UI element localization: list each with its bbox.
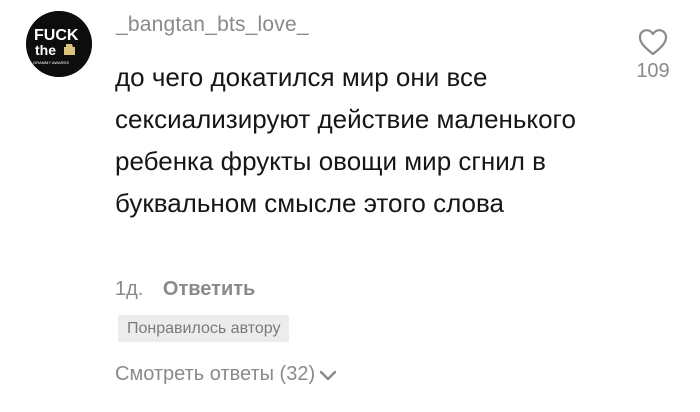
comment-time: 1д. — [115, 278, 144, 300]
comment-item: FUCK the GRAMMY AWARDS _bangtan_bts_love… — [0, 0, 700, 412]
avatar-image: FUCK the GRAMMY AWARDS — [26, 11, 92, 77]
comment-meta: 1д. Ответить — [115, 278, 255, 301]
username[interactable]: _bangtan_bts_love_ — [116, 13, 309, 37]
view-replies-label: Смотреть ответы (32) — [115, 363, 316, 385]
like-button[interactable]: 109 — [625, 28, 681, 83]
avatar-line2: the — [35, 42, 56, 58]
comment-text: до чего докатился мир они все сексиализи… — [115, 62, 576, 218]
like-count: 109 — [636, 60, 670, 82]
reply-button[interactable]: Ответить — [163, 278, 255, 300]
view-replies-button[interactable]: Смотреть ответы (32) — [115, 363, 338, 386]
heart-icon[interactable] — [638, 28, 668, 56]
avatar-line3: GRAMMY AWARDS — [33, 60, 69, 65]
chevron-down-icon — [319, 370, 337, 380]
liked-by-author-badge: Понравилось автору — [118, 315, 290, 342]
avatar[interactable]: FUCK the GRAMMY AWARDS — [26, 11, 92, 77]
